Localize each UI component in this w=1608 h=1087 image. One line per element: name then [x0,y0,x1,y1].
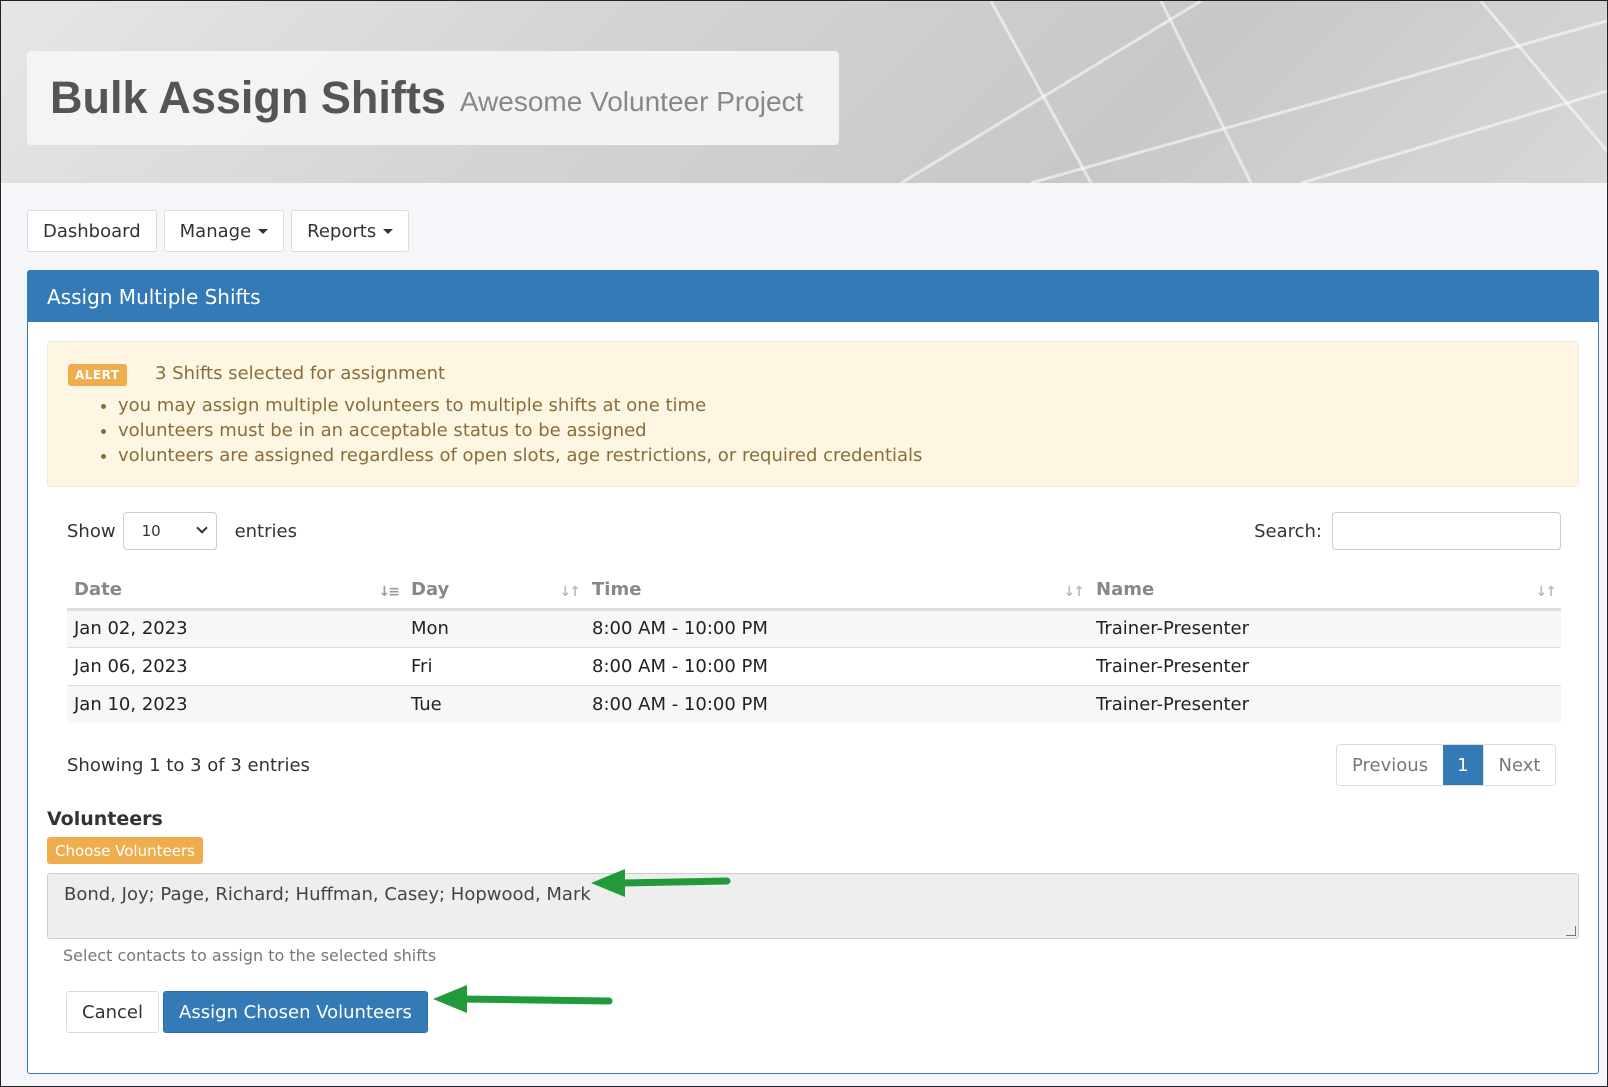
sort-icon: ↓↑ [1063,584,1086,600]
column-header-time[interactable]: Time ↓↑ [585,571,1089,611]
table-info: Showing 1 to 3 of 3 entries [67,755,310,776]
cell-time: 8:00 AM - 10:00 PM [585,646,1089,685]
alert-list: you may assign multiple volunteers to mu… [118,393,922,468]
manage-dropdown[interactable]: Manage [163,210,285,252]
column-label: Name [1096,578,1155,600]
entries-select[interactable]: 10 [122,512,217,550]
cell-name: Trainer-Presenter [1089,608,1561,647]
choose-volunteers-button[interactable]: Choose Volunteers [47,837,203,864]
dashboard-label: Dashboard [43,220,141,242]
pagination: Previous 1 Next [1336,744,1557,786]
cell-date: Jan 02, 2023 [67,608,404,647]
column-header-date[interactable]: Date ↓≡ [67,571,404,611]
title-card: Bulk Assign Shifts Awesome Volunteer Pro… [27,51,839,145]
project-name: Awesome Volunteer Project [459,86,804,117]
cell-date: Jan 06, 2023 [67,646,404,685]
alert-item: volunteers are assigned regardless of op… [118,443,922,468]
panel-heading: Assign Multiple Shifts [28,271,1598,322]
assign-chosen-volunteers-button[interactable]: Assign Chosen Volunteers [163,991,428,1033]
column-header-name[interactable]: Name ↓↑ [1089,571,1561,611]
next-page-button[interactable]: Next [1482,745,1556,785]
annotation-arrow-icon [433,985,613,1013]
cell-day: Tue [404,684,585,723]
volunteers-label: Volunteers [47,808,163,830]
cancel-button[interactable]: Cancel [66,991,159,1033]
cell-day: Fri [404,646,585,685]
show-label: Show [67,520,116,542]
previous-page-button[interactable]: Previous [1337,745,1444,785]
selected-volunteers-field[interactable]: Bond, Joy; Page, Richard; Huffman, Casey… [47,873,1579,939]
cell-name: Trainer-Presenter [1089,684,1561,723]
table-header-row: Date ↓≡ Day ↓↑ Time ↓↑ Name ↓↑ [67,571,1561,611]
table-row: Jan 06, 2023 Fri 8:00 AM - 10:00 PM Trai… [67,646,1561,685]
sort-icon: ↓↑ [559,584,582,600]
entries-select-value: 10 [141,522,161,540]
column-header-day[interactable]: Day ↓↑ [404,571,585,611]
table-row: Jan 02, 2023 Mon 8:00 AM - 10:00 PM Trai… [67,608,1561,647]
cell-date: Jan 10, 2023 [67,684,404,723]
alert-item: volunteers must be in an acceptable stat… [118,418,922,443]
header-banner: Bulk Assign Shifts Awesome Volunteer Pro… [1,1,1607,183]
column-label: Day [411,578,450,600]
alert-title: 3 Shifts selected for assignment [155,363,446,384]
cell-day: Mon [404,608,585,647]
sort-icon: ↓↑ [1535,584,1558,600]
page-1-button[interactable]: 1 [1443,745,1483,785]
search-input[interactable] [1332,512,1561,550]
chevron-down-icon [195,522,208,534]
search-control: Search: [1254,512,1561,550]
shifts-table: Date ↓≡ Day ↓↑ Time ↓↑ Name ↓↑ Jan 02, 2… [67,571,1561,723]
search-label: Search: [1254,520,1322,542]
resize-handle-icon[interactable] [1566,926,1576,936]
column-label: Time [592,578,642,600]
table-row: Jan 10, 2023 Tue 8:00 AM - 10:00 PM Trai… [67,684,1561,723]
selected-volunteers-text: Bond, Joy; Page, Richard; Huffman, Casey… [64,884,591,905]
alert-badge: ALERT [68,364,127,386]
manage-label: Manage [179,220,252,242]
sort-ascending-icon: ↓≡ [378,584,401,600]
cell-name: Trainer-Presenter [1089,646,1561,685]
annotation-arrow-icon [591,869,731,897]
cell-time: 8:00 AM - 10:00 PM [585,608,1089,647]
volunteers-help-text: Select contacts to assign to the selecte… [63,946,437,965]
alert-box: ALERT 3 Shifts selected for assignment y… [47,341,1579,487]
caret-down-icon [258,228,269,234]
assign-panel: Assign Multiple Shifts ALERT 3 Shifts se… [27,270,1599,1074]
reports-label: Reports [307,220,377,242]
entries-label: entries [234,520,297,542]
dashboard-button[interactable]: Dashboard [27,210,157,252]
top-nav: Dashboard Manage Reports [27,210,410,252]
reports-dropdown[interactable]: Reports [291,210,410,252]
cell-time: 8:00 AM - 10:00 PM [585,684,1089,723]
alert-item: you may assign multiple volunteers to mu… [118,393,922,418]
page-title: Bulk Assign Shifts [50,72,446,123]
entries-length-control: Show 10 entries [67,512,297,550]
caret-down-icon [383,228,394,234]
column-label: Date [74,578,122,600]
